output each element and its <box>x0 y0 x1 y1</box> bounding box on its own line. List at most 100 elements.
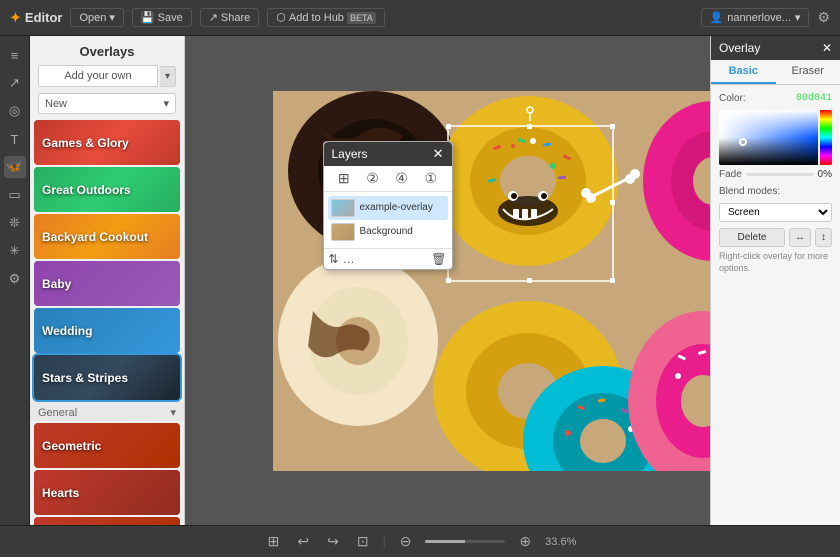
save-label: Save <box>158 12 183 24</box>
overlay-settings-panel: Overlay ✕ Basic Eraser Color: 00d041 F <box>710 36 840 525</box>
blend-modes-label: Blend modes: <box>719 186 780 197</box>
overlay-tabs: Basic Eraser <box>711 60 840 85</box>
settings-icon[interactable]: ⚙ <box>817 9 830 26</box>
panel-title: Overlays <box>30 36 184 65</box>
fade-label: Fade <box>719 169 742 180</box>
delete-button[interactable]: Delete <box>719 228 785 247</box>
flip-horizontal-button[interactable]: ↔ <box>789 228 811 247</box>
user-name: nannerlove... <box>727 12 791 24</box>
dropdown-arrow-icon: ▾ <box>163 97 169 110</box>
layers-bottom-icon[interactable]: ⊞ <box>264 531 284 552</box>
tool-settings[interactable]: ⚙ <box>4 268 26 290</box>
blend-modes-row: Blend modes: <box>719 186 832 197</box>
tab-basic[interactable]: Basic <box>711 60 776 84</box>
layer-move-icon[interactable]: ⇅ <box>329 252 339 266</box>
color-value: 00d041 <box>796 93 832 104</box>
fade-value: 0% <box>818 169 832 180</box>
overlay-item-stars-stripes[interactable]: Stars & Stripes <box>34 355 180 400</box>
tool-overlays[interactable]: 🦋 <box>4 156 26 178</box>
layers-footer: ⇅ … 🗑 <box>324 248 452 269</box>
overlay-item-hearts[interactable]: Hearts <box>34 470 180 515</box>
zoom-value: 33.6% <box>545 536 576 548</box>
overlay-item-backyard[interactable]: Backyard Cookout <box>34 214 180 259</box>
color-picker[interactable] <box>719 110 832 165</box>
tool-select[interactable]: ◎ <box>4 100 26 122</box>
save-icon: 💾 <box>141 11 155 24</box>
share-button[interactable]: ↗ Share <box>200 8 260 27</box>
layer-icon-2[interactable]: ② <box>366 170 379 187</box>
zoom-in-button[interactable]: ⊕ <box>515 531 535 552</box>
add-own-arrow-button[interactable]: ▾ <box>160 66 176 87</box>
bottom-bar: ⊞ ↩ ↪ ⊡ | ⊖ ⊕ 33.6% <box>0 525 840 557</box>
add-to-hub-button[interactable]: ⬡ Add to Hub BETA <box>267 8 385 27</box>
overlay-item-doodly-hearts[interactable]: Doodly Hearts <box>34 517 180 525</box>
layer-icon-1[interactable]: ⊞ <box>338 170 350 187</box>
overlay-panel-header: Overlay ✕ <box>711 36 840 60</box>
layers-panel: Layers ✕ ⊞ ② ④ ① example-overlay <box>323 141 453 270</box>
save-button[interactable]: 💾 Save <box>132 8 192 27</box>
overlay-item-wedding[interactable]: Wedding <box>34 308 180 353</box>
layer-row-background[interactable]: Background <box>328 220 448 244</box>
color-label: Color: <box>719 93 746 104</box>
app-logo: ✦ Editor <box>10 10 62 26</box>
flip-vertical-button[interactable]: ↕ <box>815 228 832 247</box>
layer-thumbnail-overlay <box>331 199 355 217</box>
layers-title: Layers <box>332 147 368 161</box>
overlay-panel-close-button[interactable]: ✕ <box>822 41 832 55</box>
layer-name-overlay: example-overlay <box>360 202 433 213</box>
overlay-item-outdoors[interactable]: Great Outdoors <box>34 167 180 212</box>
delete-row: Delete ↔ ↕ <box>719 228 832 247</box>
tool-effects[interactable]: ❊ <box>4 212 26 234</box>
fade-slider[interactable] <box>746 173 814 176</box>
zoom-out-button[interactable]: ⊖ <box>396 531 416 552</box>
overlay-item-baby[interactable]: Baby <box>34 261 180 306</box>
layer-action-icon[interactable]: … <box>343 252 355 266</box>
tab-eraser[interactable]: Eraser <box>776 60 840 84</box>
hub-icon: ⬡ <box>276 11 286 24</box>
chevron-down-icon: ▾ <box>170 406 176 419</box>
tool-move[interactable]: ↗ <box>4 72 26 94</box>
color-hue-bar[interactable] <box>820 110 832 165</box>
layers-body: example-overlay Background <box>324 192 452 248</box>
open-button[interactable]: Open ▾ <box>70 8 123 27</box>
layers-icons: ⊞ ② ④ ① <box>324 166 452 192</box>
layer-row-overlay[interactable]: example-overlay <box>328 196 448 220</box>
separator-1: | <box>383 535 386 549</box>
user-avatar-icon: 👤 <box>710 11 724 24</box>
layers-header: Layers ✕ <box>324 142 452 166</box>
overlay-hint: Right-click overlay for more options. <box>719 251 832 274</box>
overlay-item-games[interactable]: Games & Glory <box>34 120 180 165</box>
main-area: ≡ ↗ ◎ T 🦋 ▭ ❊ ✳ ⚙ Overlays Add your own … <box>0 36 840 525</box>
layer-name-background: Background <box>360 226 413 237</box>
redo-button[interactable]: ↪ <box>323 531 343 552</box>
zoom-slider[interactable] <box>425 540 505 543</box>
tool-crop[interactable]: ▭ <box>4 184 26 206</box>
blend-modes-select[interactable]: Screen <box>719 203 832 222</box>
overlay-panel-body: Color: 00d041 Fade 0% Blend modes: <box>711 85 840 274</box>
canvas[interactable]: Layers ✕ ⊞ ② ④ ① example-overlay <box>273 91 753 471</box>
chevron-down-icon: ▾ <box>109 11 115 24</box>
layers-close-button[interactable]: ✕ <box>433 146 444 162</box>
left-toolbar: ≡ ↗ ◎ T 🦋 ▭ ❊ ✳ ⚙ <box>0 36 30 525</box>
logo-icon: ✦ <box>10 10 21 26</box>
overlay-item-geometric[interactable]: Geometric <box>34 423 180 468</box>
layer-icon-4[interactable]: ① <box>425 170 438 187</box>
tool-text[interactable]: T <box>4 128 26 150</box>
canvas-area[interactable]: Layers ✕ ⊞ ② ④ ① example-overlay <box>185 36 840 525</box>
category-new-dropdown[interactable]: New ▾ <box>38 93 176 114</box>
undo-button[interactable]: ↩ <box>293 531 313 552</box>
tool-layers[interactable]: ≡ <box>4 44 26 66</box>
fade-row: Fade 0% <box>719 169 832 180</box>
add-to-hub-label: Add to Hub <box>289 12 344 24</box>
user-menu-button[interactable]: 👤 nannerlove... ▾ <box>701 8 810 27</box>
overlays-panel: Overlays Add your own ▾ New ▾ Games & Gl… <box>30 36 185 525</box>
layer-delete-icon[interactable]: 🗑 <box>431 252 446 266</box>
share-label: Share <box>221 12 250 24</box>
add-own-button[interactable]: Add your own <box>38 65 158 87</box>
tool-stickers[interactable]: ✳ <box>4 240 26 262</box>
layer-thumbnail-background <box>331 223 355 241</box>
user-chevron-icon: ▾ <box>795 11 801 24</box>
layer-icon-3[interactable]: ④ <box>395 170 408 187</box>
color-gradient <box>719 110 818 165</box>
fit-button[interactable]: ⊡ <box>353 531 373 552</box>
